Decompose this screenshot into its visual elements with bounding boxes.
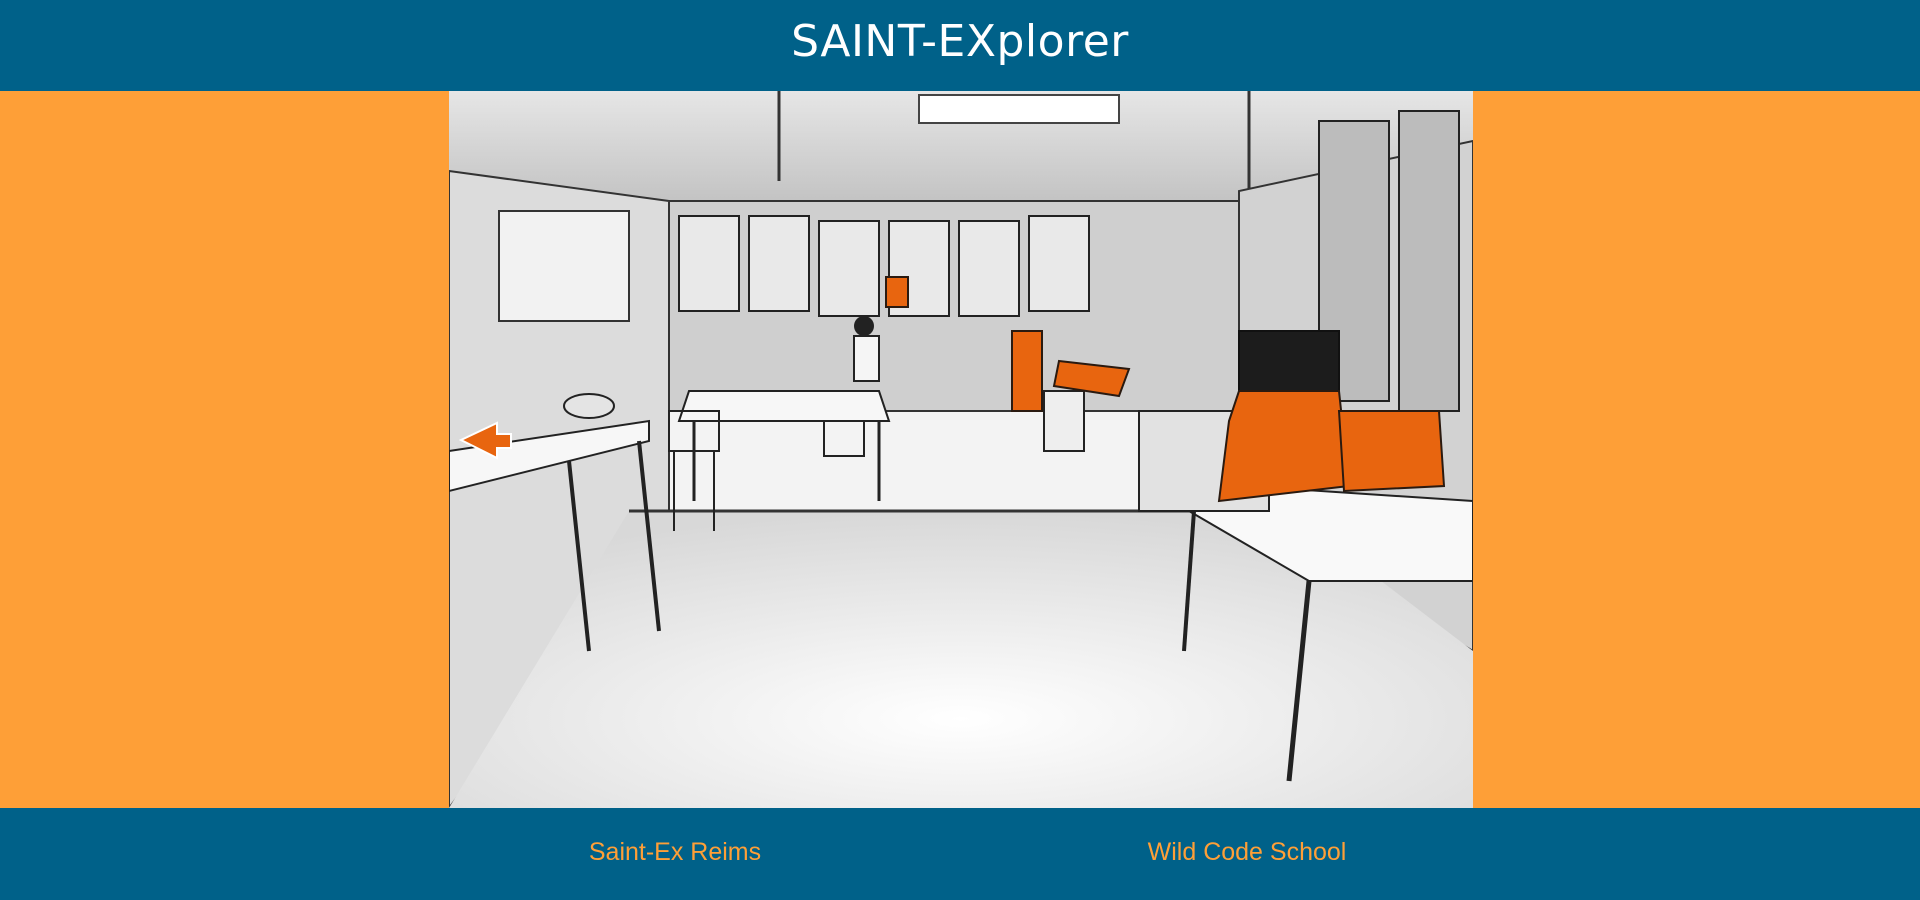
footer-link-wild-code-school[interactable]: Wild Code School [1148, 838, 1347, 867]
hotspot-orange-cabinet[interactable] [1011, 330, 1043, 412]
right-panel [1473, 91, 1920, 808]
panorama-view[interactable] [449, 91, 1473, 808]
site-footer: Saint-Ex Reims Wild Code School [0, 808, 1920, 900]
footer-link-saint-ex-reims[interactable]: Saint-Ex Reims [589, 838, 761, 867]
site-title: SAINT-EXplorer [791, 16, 1129, 67]
left-panel [0, 91, 449, 808]
hotspot-window-object[interactable] [885, 276, 909, 308]
panorama-image [449, 91, 1473, 808]
site-header: SAINT-EXplorer [0, 0, 1920, 91]
